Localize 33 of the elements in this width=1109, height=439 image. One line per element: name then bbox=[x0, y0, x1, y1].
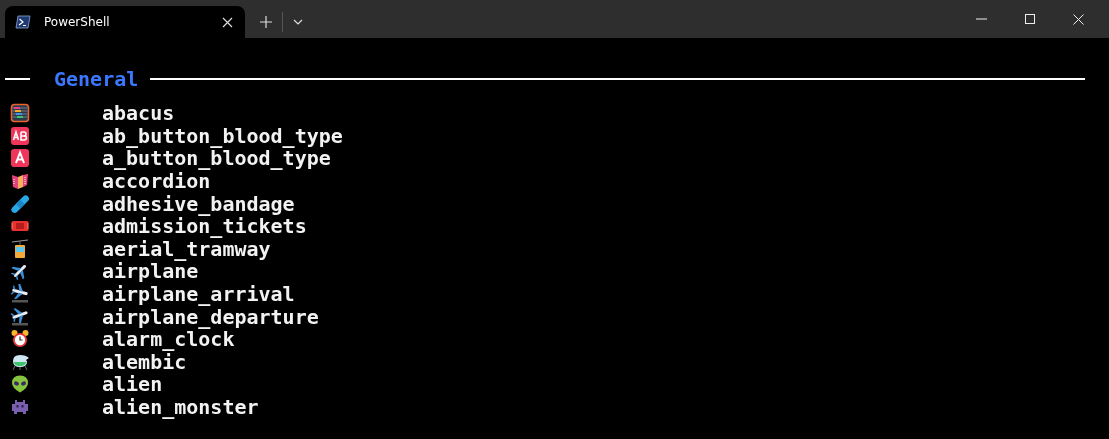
emoji-name: adhesive_bandage bbox=[102, 192, 295, 215]
emoji-name: alarm_clock bbox=[102, 328, 235, 351]
airplane-landing-icon bbox=[10, 284, 30, 305]
abacus-icon bbox=[10, 103, 30, 124]
terminal-icon bbox=[15, 15, 31, 29]
plus-icon[interactable] bbox=[260, 16, 272, 28]
blood-type-ab-icon bbox=[10, 125, 30, 146]
maximize-icon[interactable] bbox=[1025, 14, 1035, 24]
emoji-name: admission_tickets bbox=[102, 215, 307, 238]
emoji-name: airplane_arrival bbox=[102, 283, 295, 306]
accordion-icon bbox=[10, 171, 30, 192]
emoji-name: airplane_departure bbox=[102, 305, 319, 328]
emoji-name: alien_monster bbox=[102, 396, 259, 418]
emoji-name: airplane bbox=[102, 260, 199, 283]
cable-car-icon bbox=[10, 238, 30, 259]
emoji-name: accordion bbox=[102, 170, 211, 193]
tab-title: PowerShell bbox=[44, 14, 111, 31]
emoji-name: ab_button_blood_type bbox=[102, 124, 343, 147]
emoji-name: a_button_blood_type bbox=[102, 147, 331, 170]
close-icon[interactable] bbox=[1073, 13, 1084, 25]
space-invader-icon bbox=[10, 397, 30, 417]
terminal-tab[interactable]: PowerShell bbox=[5, 6, 245, 38]
section-heading: General bbox=[54, 66, 139, 93]
emoji-name: aerial_tramway bbox=[102, 237, 271, 260]
close-icon[interactable] bbox=[222, 16, 233, 28]
blood-type-a-icon bbox=[10, 148, 30, 169]
chevron-down-icon[interactable] bbox=[293, 19, 303, 25]
alarm-clock-icon bbox=[10, 329, 30, 350]
emoji-name: alembic bbox=[102, 350, 187, 373]
airplane-takeoff-icon bbox=[10, 306, 30, 327]
emoji-name: abacus bbox=[102, 102, 175, 125]
alien-face-icon bbox=[10, 374, 30, 395]
emoji-name: alien bbox=[102, 373, 163, 396]
